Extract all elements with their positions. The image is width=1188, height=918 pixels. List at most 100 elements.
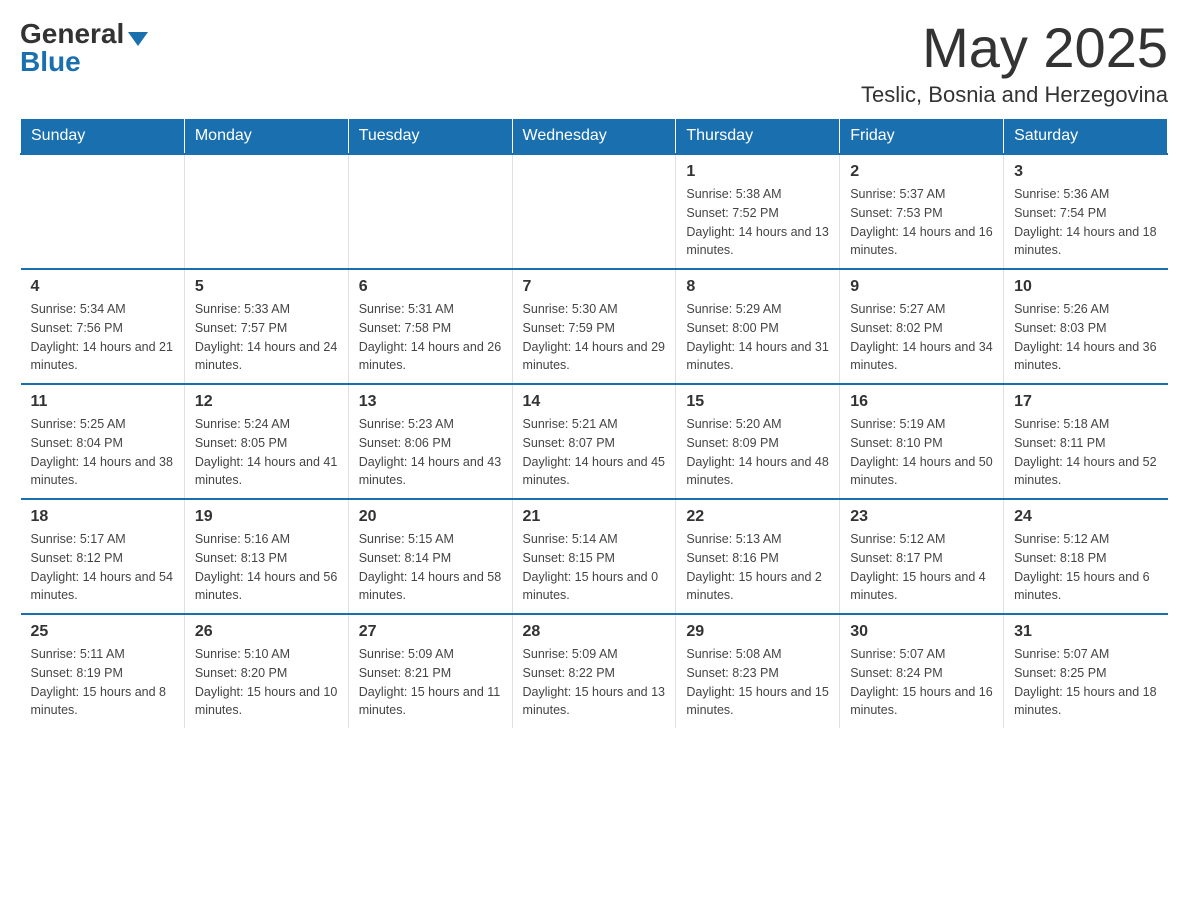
- calendar-cell: 27 Sunrise: 5:09 AMSunset: 8:21 PMDayligh…: [348, 614, 512, 728]
- calendar-header: SundayMondayTuesdayWednesdayThursdayFrid…: [21, 119, 1168, 155]
- week-row-1: 1 Sunrise: 5:38 AMSunset: 7:52 PMDaylight…: [21, 154, 1168, 269]
- day-number: 13: [359, 393, 502, 411]
- calendar-cell: 26 Sunrise: 5:10 AMSunset: 8:20 PMDayligh…: [184, 614, 348, 728]
- day-header-tuesday: Tuesday: [348, 119, 512, 155]
- calendar-cell: 5 Sunrise: 5:33 AMSunset: 7:57 PMDaylight…: [184, 269, 348, 384]
- logo-blue-text: Blue: [20, 48, 81, 76]
- calendar-cell: 20Sunrise: 5:15 AMSunset: 8:14 PMDayligh…: [348, 499, 512, 614]
- day-number: 29: [686, 623, 829, 641]
- calendar-cell: 10 Sunrise: 5:26 AMSunset: 8:03 PMDayligh…: [1004, 269, 1168, 384]
- logo-general-text: General: [20, 18, 124, 49]
- day-number: 19: [195, 508, 338, 526]
- day-info: Sunrise: 5:27 AMSunset: 8:02 PMDaylight:…: [850, 300, 993, 375]
- day-info: Sunrise: 5:10 AMSunset: 8:20 PMDaylight:…: [195, 645, 338, 720]
- day-number: 14: [523, 393, 666, 411]
- day-info: Sunrise: 5:24 AMSunset: 8:05 PMDaylight:…: [195, 415, 338, 490]
- day-info: Sunrise: 5:07 AMSunset: 8:25 PMDaylight:…: [1014, 645, 1157, 720]
- day-number: 17: [1014, 393, 1157, 411]
- day-number: 10: [1014, 278, 1157, 296]
- day-number: 26: [195, 623, 338, 641]
- week-row-4: 18Sunrise: 5:17 AMSunset: 8:12 PMDayligh…: [21, 499, 1168, 614]
- calendar-cell: 15 Sunrise: 5:20 AMSunset: 8:09 PMDayligh…: [676, 384, 840, 499]
- day-info: Sunrise: 5:16 AMSunset: 8:13 PMDaylight:…: [195, 530, 338, 605]
- calendar-cell: [21, 154, 185, 269]
- calendar-cell: 13Sunrise: 5:23 AMSunset: 8:06 PMDayligh…: [348, 384, 512, 499]
- day-number: 8: [686, 278, 829, 296]
- day-number: 1: [686, 163, 829, 181]
- day-number: 5: [195, 278, 338, 296]
- week-row-2: 4Sunrise: 5:34 AMSunset: 7:56 PMDaylight…: [21, 269, 1168, 384]
- day-number: 25: [31, 623, 174, 641]
- day-number: 30: [850, 623, 993, 641]
- calendar-cell: 25 Sunrise: 5:11 AMSunset: 8:19 PMDayligh…: [21, 614, 185, 728]
- calendar-cell: [184, 154, 348, 269]
- day-number: 11: [31, 393, 174, 411]
- page-header: General Blue May 2025 Teslic, Bosnia and…: [20, 20, 1168, 108]
- day-number: 3: [1014, 163, 1157, 181]
- calendar-cell: 24Sunrise: 5:12 AMSunset: 8:18 PMDayligh…: [1004, 499, 1168, 614]
- day-number: 7: [523, 278, 666, 296]
- day-info: Sunrise: 5:08 AMSunset: 8:23 PMDaylight:…: [686, 645, 829, 720]
- day-number: 27: [359, 623, 502, 641]
- calendar-cell: 12Sunrise: 5:24 AMSunset: 8:05 PMDayligh…: [184, 384, 348, 499]
- day-number: 9: [850, 278, 993, 296]
- calendar-cell: 18Sunrise: 5:17 AMSunset: 8:12 PMDayligh…: [21, 499, 185, 614]
- day-info: Sunrise: 5:31 AMSunset: 7:58 PMDaylight:…: [359, 300, 502, 375]
- day-info: Sunrise: 5:20 AMSunset: 8:09 PMDaylight:…: [686, 415, 829, 490]
- day-info: Sunrise: 5:18 AMSunset: 8:11 PMDaylight:…: [1014, 415, 1157, 490]
- day-info: Sunrise: 5:33 AMSunset: 7:57 PMDaylight:…: [195, 300, 338, 375]
- day-number: 15: [686, 393, 829, 411]
- days-of-week-row: SundayMondayTuesdayWednesdayThursdayFrid…: [21, 119, 1168, 155]
- calendar-cell: 3Sunrise: 5:36 AMSunset: 7:54 PMDaylight…: [1004, 154, 1168, 269]
- calendar-cell: 21 Sunrise: 5:14 AMSunset: 8:15 PMDayligh…: [512, 499, 676, 614]
- calendar-cell: 16Sunrise: 5:19 AMSunset: 8:10 PMDayligh…: [840, 384, 1004, 499]
- day-info: Sunrise: 5:09 AMSunset: 8:21 PMDaylight:…: [359, 645, 502, 720]
- day-info: Sunrise: 5:21 AMSunset: 8:07 PMDaylight:…: [523, 415, 666, 490]
- calendar-cell: 29 Sunrise: 5:08 AMSunset: 8:23 PMDayligh…: [676, 614, 840, 728]
- calendar-cell: 6 Sunrise: 5:31 AMSunset: 7:58 PMDaylight…: [348, 269, 512, 384]
- calendar-cell: 8 Sunrise: 5:29 AMSunset: 8:00 PMDaylight…: [676, 269, 840, 384]
- calendar-cell: 23 Sunrise: 5:12 AMSunset: 8:17 PMDayligh…: [840, 499, 1004, 614]
- day-number: 23: [850, 508, 993, 526]
- day-info: Sunrise: 5:19 AMSunset: 8:10 PMDaylight:…: [850, 415, 993, 490]
- day-header-saturday: Saturday: [1004, 119, 1168, 155]
- day-info: Sunrise: 5:29 AMSunset: 8:00 PMDaylight:…: [686, 300, 829, 375]
- calendar-cell: 30 Sunrise: 5:07 AMSunset: 8:24 PMDayligh…: [840, 614, 1004, 728]
- day-header-wednesday: Wednesday: [512, 119, 676, 155]
- day-header-thursday: Thursday: [676, 119, 840, 155]
- calendar-cell: 7Sunrise: 5:30 AMSunset: 7:59 PMDaylight…: [512, 269, 676, 384]
- day-info: Sunrise: 5:38 AMSunset: 7:52 PMDaylight:…: [686, 185, 829, 260]
- day-info: Sunrise: 5:12 AMSunset: 8:17 PMDaylight:…: [850, 530, 993, 605]
- day-header-monday: Monday: [184, 119, 348, 155]
- calendar-cell: 17 Sunrise: 5:18 AMSunset: 8:11 PMDayligh…: [1004, 384, 1168, 499]
- day-header-friday: Friday: [840, 119, 1004, 155]
- calendar-cell: 9 Sunrise: 5:27 AMSunset: 8:02 PMDaylight…: [840, 269, 1004, 384]
- day-header-sunday: Sunday: [21, 119, 185, 155]
- month-title: May 2025: [861, 20, 1168, 76]
- day-info: Sunrise: 5:11 AMSunset: 8:19 PMDaylight:…: [31, 645, 174, 720]
- calendar-cell: 28 Sunrise: 5:09 AMSunset: 8:22 PMDayligh…: [512, 614, 676, 728]
- day-info: Sunrise: 5:26 AMSunset: 8:03 PMDaylight:…: [1014, 300, 1157, 375]
- day-number: 6: [359, 278, 502, 296]
- day-info: Sunrise: 5:14 AMSunset: 8:15 PMDaylight:…: [523, 530, 666, 605]
- day-number: 4: [31, 278, 174, 296]
- calendar-cell: 2 Sunrise: 5:37 AMSunset: 7:53 PMDaylight…: [840, 154, 1004, 269]
- calendar-cell: [512, 154, 676, 269]
- logo-general-line: General: [20, 20, 148, 48]
- day-number: 2: [850, 163, 993, 181]
- day-info: Sunrise: 5:09 AMSunset: 8:22 PMDaylight:…: [523, 645, 666, 720]
- day-info: Sunrise: 5:13 AMSunset: 8:16 PMDaylight:…: [686, 530, 829, 605]
- day-number: 22: [686, 508, 829, 526]
- calendar-table: SundayMondayTuesdayWednesdayThursdayFrid…: [20, 118, 1168, 728]
- day-number: 21: [523, 508, 666, 526]
- week-row-3: 11 Sunrise: 5:25 AMSunset: 8:04 PMDayligh…: [21, 384, 1168, 499]
- day-number: 31: [1014, 623, 1157, 641]
- calendar-cell: [348, 154, 512, 269]
- calendar-cell: 1 Sunrise: 5:38 AMSunset: 7:52 PMDaylight…: [676, 154, 840, 269]
- day-number: 28: [523, 623, 666, 641]
- day-info: Sunrise: 5:37 AMSunset: 7:53 PMDaylight:…: [850, 185, 993, 260]
- calendar-cell: 31 Sunrise: 5:07 AMSunset: 8:25 PMDayligh…: [1004, 614, 1168, 728]
- day-info: Sunrise: 5:07 AMSunset: 8:24 PMDaylight:…: [850, 645, 993, 720]
- day-info: Sunrise: 5:25 AMSunset: 8:04 PMDaylight:…: [31, 415, 174, 490]
- location-title: Teslic, Bosnia and Herzegovina: [861, 82, 1168, 108]
